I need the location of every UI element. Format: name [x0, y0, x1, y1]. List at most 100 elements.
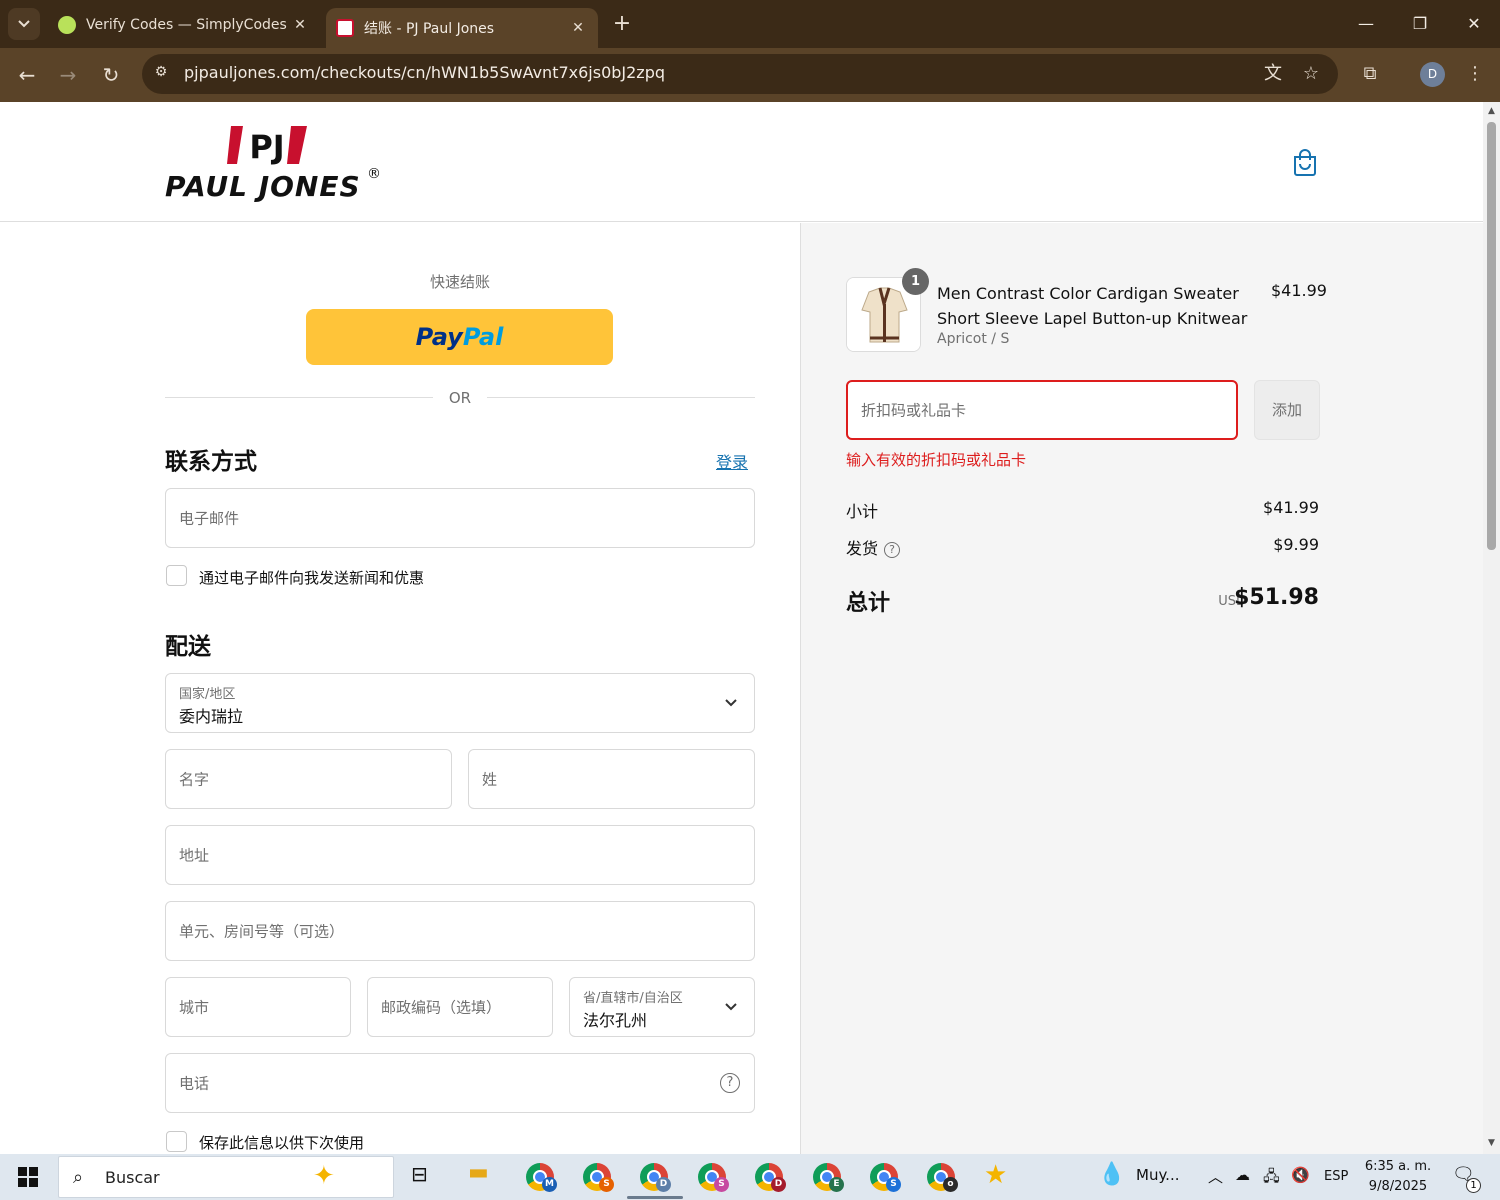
email-field[interactable]: 电子邮件 — [165, 488, 755, 548]
city-placeholder: 城市 — [179, 998, 210, 1017]
tab-search-button[interactable] — [8, 8, 40, 40]
chrome-profile-s-icon[interactable]: S — [580, 1160, 614, 1194]
address-field[interactable]: 地址 — [165, 825, 755, 885]
active-app-indicator — [627, 1196, 683, 1199]
close-window-button[interactable]: ✕ — [1454, 10, 1494, 38]
clock-time: 6:35 a. m. — [1364, 1159, 1432, 1174]
chrome-profile-e-icon[interactable]: E — [810, 1160, 844, 1194]
svg-text:PJ: PJ — [249, 128, 284, 166]
product-price: $41.99 — [1271, 281, 1327, 300]
tab-title: Verify Codes — SimplyCodes — [86, 17, 287, 33]
restore-button[interactable]: ❐ — [1400, 10, 1440, 38]
language-indicator[interactable]: ESP — [1324, 1169, 1348, 1184]
total-label: 总计 — [846, 591, 891, 616]
newsletter-checkbox[interactable] — [166, 565, 187, 586]
chrome-profile-d2-icon[interactable]: D — [752, 1160, 786, 1194]
pj-logo-mark-icon: PJ — [227, 126, 307, 166]
chrome-profile-m-icon[interactable]: M — [523, 1160, 557, 1194]
translate-icon[interactable]: 文 — [1260, 62, 1286, 86]
divider-left — [165, 397, 433, 398]
profile-avatar[interactable]: D — [1420, 62, 1445, 87]
postal-code-field[interactable]: 邮政编码（选填） — [367, 977, 553, 1037]
subtotal-label: 小计 — [846, 502, 879, 521]
help-circle-icon[interactable]: ? — [720, 1073, 740, 1093]
menu-kebab-icon[interactable]: ⋮ — [1462, 62, 1488, 86]
save-info-checkbox[interactable] — [166, 1131, 187, 1152]
apartment-placeholder: 单元、房间号等（可选） — [179, 922, 345, 941]
country-select[interactable]: 国家/地区 委内瑞拉 — [165, 673, 755, 733]
taskbar-search[interactable]: ⌕ Buscar ✦ — [58, 1156, 394, 1198]
extensions-icon[interactable]: ⧉ — [1357, 62, 1383, 86]
task-view-icon[interactable]: ⊟ — [411, 1162, 428, 1186]
brand-logo[interactable]: PJ PAUL JONES ® — [165, 124, 385, 203]
state-select[interactable]: 省/直辖市/自治区 法尔孔州 — [569, 977, 755, 1037]
apartment-field[interactable]: 单元、房间号等（可选） — [165, 901, 755, 961]
checkout-form-column: 快速结账 Pay Pal OR 联系方式 登录 电子邮件 通过电子邮件向我发送新闻… — [0, 223, 800, 1154]
scroll-down-icon[interactable]: ▼ — [1486, 1138, 1497, 1148]
chrome-profile-o-icon[interactable]: o — [924, 1160, 958, 1194]
discount-placeholder: 折扣码或礼品卡 — [861, 401, 967, 420]
divider-right — [487, 397, 755, 398]
browser-tab-checkout[interactable]: 结账 - PJ Paul Jones ✕ — [326, 8, 598, 48]
cloud-icon[interactable]: ☁ — [1235, 1166, 1250, 1184]
city-field[interactable]: 城市 — [165, 977, 351, 1037]
chrome-profile-s2-icon[interactable]: S — [695, 1160, 729, 1194]
first-name-field[interactable]: 名字 — [165, 749, 452, 809]
chevron-down-icon — [18, 20, 30, 28]
minimize-button[interactable]: — — [1346, 10, 1386, 38]
site-header: PJ PAUL JONES ® — [0, 102, 1483, 222]
contact-section-title: 联系方式 — [165, 449, 257, 475]
favorites-star-icon[interactable]: ★ — [984, 1160, 1007, 1190]
notification-count-badge: 1 — [1466, 1178, 1481, 1193]
quantity-badge: 1 — [902, 268, 929, 295]
save-info-label: 保存此信息以供下次使用 — [199, 1134, 365, 1152]
pj-favicon-icon — [336, 19, 354, 37]
last-name-placeholder: 姓 — [482, 770, 498, 789]
weather-text[interactable]: Muy... — [1136, 1166, 1180, 1184]
postal-code-placeholder: 邮政编码（选填） — [381, 998, 502, 1017]
registered-mark: ® — [367, 166, 381, 182]
country-label: 国家/地区 — [179, 687, 236, 702]
reload-icon[interactable]: ↻ — [96, 60, 126, 90]
total-value: $51.98 — [1234, 585, 1319, 610]
search-icon: ⌕ — [73, 1167, 84, 1188]
help-circle-icon[interactable]: ? — [884, 542, 901, 558]
volume-muted-icon[interactable]: 🔇 — [1291, 1166, 1310, 1184]
first-name-placeholder: 名字 — [179, 770, 210, 789]
apply-discount-button[interactable]: 添加 — [1254, 380, 1320, 440]
paypal-label-part1: Pay — [415, 323, 463, 351]
site-info-icon[interactable]: ⚙ — [150, 64, 172, 84]
browser-tab-simplycodes[interactable]: Verify Codes — SimplyCodes ✕ — [48, 8, 320, 42]
tab-close-icon[interactable]: ✕ — [288, 17, 312, 33]
address-placeholder: 地址 — [179, 846, 210, 865]
chrome-profile-s3-icon[interactable]: S — [867, 1160, 901, 1194]
last-name-field[interactable]: 姓 — [468, 749, 755, 809]
system-clock[interactable]: 6:35 a. m. 9/8/2025 — [1360, 1157, 1436, 1197]
state-label: 省/直辖市/自治区 — [583, 991, 683, 1006]
bookmark-star-icon[interactable]: ☆ — [1298, 62, 1324, 86]
network-icon[interactable]: 🖧 — [1263, 1166, 1280, 1191]
scroll-up-icon[interactable]: ▲ — [1486, 106, 1497, 116]
weather-icon[interactable]: 💧 — [1098, 1162, 1125, 1187]
scrollbar-thumb[interactable] — [1487, 122, 1496, 550]
tab-close-icon[interactable]: ✕ — [566, 20, 590, 36]
file-explorer-icon[interactable]: ▬ — [468, 1160, 489, 1185]
shopping-bag-icon[interactable] — [1292, 148, 1318, 176]
shipping-value: $9.99 — [1273, 535, 1319, 554]
chrome-profile-d-icon[interactable]: D — [637, 1160, 671, 1194]
shipping-section-title: 配送 — [165, 634, 211, 660]
forward-icon[interactable]: → — [53, 60, 83, 90]
chevron-up-icon[interactable]: ︿ — [1208, 1166, 1223, 1187]
state-value: 法尔孔州 — [583, 1011, 648, 1030]
back-icon[interactable]: ← — [12, 60, 42, 90]
country-value: 委内瑞拉 — [179, 707, 244, 726]
shipping-label: 发货 — [846, 539, 879, 558]
url-text[interactable]: pjpauljones.com/checkouts/cn/hWN1b5SwAvn… — [184, 63, 665, 82]
login-link[interactable]: 登录 — [716, 449, 748, 473]
simplycodes-favicon-icon — [58, 16, 76, 34]
phone-field[interactable]: 电话 ? — [165, 1053, 755, 1113]
windows-start-icon[interactable] — [18, 1167, 38, 1187]
new-tab-button[interactable]: + — [608, 10, 636, 38]
discount-code-input[interactable]: 折扣码或礼品卡 — [846, 380, 1238, 440]
paypal-button[interactable]: Pay Pal — [306, 309, 613, 365]
